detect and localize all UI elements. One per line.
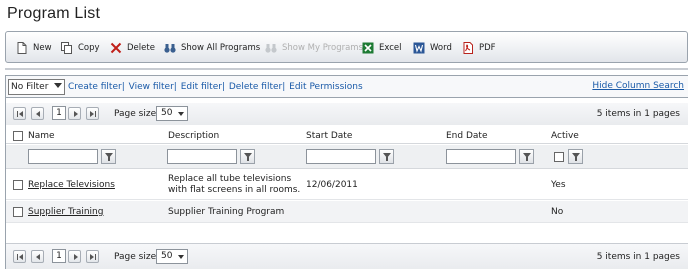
prev-page-button[interactable]: [31, 250, 44, 263]
last-page-icon: [90, 111, 94, 117]
copy-button[interactable]: Copy: [61, 41, 100, 55]
active-filter-button[interactable]: [568, 149, 583, 164]
new-button[interactable]: New: [16, 41, 52, 55]
description-filter-input[interactable]: [167, 149, 237, 164]
row-checkbox[interactable]: [13, 180, 23, 190]
delete-label: Delete: [127, 43, 155, 53]
name-filter-button[interactable]: [101, 149, 116, 164]
page-size-select[interactable]: 50: [156, 249, 188, 264]
end-date-filter-button[interactable]: [519, 149, 534, 164]
show-my-programs-button[interactable]: Show My Programs: [265, 41, 363, 55]
chevron-down-icon: [178, 112, 184, 116]
program-name-link[interactable]: Replace Televisions: [28, 180, 115, 190]
first-page-button[interactable]: [13, 250, 26, 263]
page-size-value: 50: [161, 251, 173, 261]
pdf-export-button[interactable]: PDF: [462, 41, 496, 55]
copy-label: Copy: [78, 43, 100, 53]
start-date-filter-input[interactable]: [306, 149, 376, 164]
table-row[interactable]: Replace Televisions Replace all tube tel…: [6, 170, 688, 200]
page-size-value: 50: [161, 108, 173, 118]
prev-page-icon: [36, 111, 40, 117]
start-date-filter-button[interactable]: [379, 149, 394, 164]
edit-filter-link[interactable]: Edit filter: [181, 82, 222, 92]
last-page-icon: [90, 254, 94, 260]
page-title: Program List: [7, 5, 101, 22]
pager-info: 5 items in 1 pages: [596, 252, 680, 262]
column-header-name[interactable]: Name: [28, 131, 55, 141]
binoculars-icon: [164, 42, 176, 54]
current-page-input[interactable]: 1: [52, 106, 66, 120]
word-icon: [413, 42, 425, 54]
program-grid: No Filter Create filter| View filter| Ed…: [5, 75, 688, 269]
program-active: Yes: [551, 180, 566, 190]
page-size-label: Page size:: [114, 252, 160, 262]
next-page-button[interactable]: [68, 107, 81, 120]
description-filter-button[interactable]: [240, 149, 255, 164]
word-export-button[interactable]: Word: [413, 41, 452, 55]
column-filter-row: [6, 145, 688, 169]
copy-icon: [61, 42, 73, 54]
delete-filter-link[interactable]: Delete filter: [229, 82, 282, 92]
first-page-button[interactable]: [13, 107, 26, 120]
program-description: Supplier Training Program: [168, 207, 285, 217]
pdf-icon: [462, 42, 474, 54]
page-size-label: Page size:: [114, 109, 160, 119]
new-document-icon: [16, 42, 28, 54]
create-filter-link[interactable]: Create filter: [68, 82, 122, 92]
show-all-programs-label: Show All Programs: [181, 43, 261, 53]
program-description: Replace all tube televisions with flat s…: [168, 174, 301, 195]
toolbar: New Copy Delete Show All Programs Show M…: [5, 31, 688, 63]
first-page-icon: [17, 254, 18, 260]
filter-select-value: No Filter: [11, 82, 49, 92]
first-page-icon: [17, 111, 18, 117]
last-page-button[interactable]: [86, 107, 99, 120]
column-header-active[interactable]: Active: [551, 131, 579, 141]
column-header-end-date[interactable]: End Date: [446, 131, 487, 141]
next-page-button[interactable]: [68, 250, 81, 263]
row-checkbox[interactable]: [13, 207, 23, 217]
pager-bottom: 1 Page size: 50 5 items in 1 pages: [6, 243, 688, 269]
excel-export-button[interactable]: Excel: [362, 41, 402, 55]
toolbar-separator: [5, 68, 688, 70]
pdf-label: PDF: [479, 43, 496, 53]
program-start-date: 12/06/2011: [306, 180, 358, 190]
chevron-down-icon: [54, 83, 62, 88]
chevron-down-icon: [178, 255, 184, 259]
next-page-icon: [74, 254, 78, 260]
excel-label: Excel: [379, 43, 402, 53]
hide-column-search-link[interactable]: Hide Column Search: [592, 81, 684, 91]
column-header-description[interactable]: Description: [168, 131, 219, 141]
end-date-filter-input[interactable]: [446, 149, 516, 164]
show-all-programs-button[interactable]: Show All Programs: [164, 41, 260, 55]
word-label: Word: [430, 43, 452, 53]
filter-links: Create filter| View filter| Edit filter|…: [68, 82, 363, 92]
pager-top: 1 Page size: 50 5 items in 1 pages: [6, 103, 688, 125]
column-header-start-date[interactable]: Start Date: [306, 131, 352, 141]
select-all-checkbox[interactable]: [13, 131, 23, 141]
binoculars-icon: [265, 42, 277, 54]
new-label: New: [33, 43, 52, 53]
view-filter-link[interactable]: View filter: [129, 82, 174, 92]
delete-x-icon: [110, 42, 122, 54]
filter-bar: No Filter Create filter| View filter| Ed…: [6, 76, 688, 98]
program-name-link[interactable]: Supplier Training: [28, 207, 103, 217]
current-page-input[interactable]: 1: [52, 249, 66, 263]
name-filter-input[interactable]: [28, 149, 98, 164]
delete-button[interactable]: Delete: [110, 41, 155, 55]
excel-icon: [362, 42, 374, 54]
pager-info: 5 items in 1 pages: [596, 109, 680, 119]
prev-page-button[interactable]: [31, 107, 44, 120]
page-size-select[interactable]: 50: [156, 106, 188, 121]
filter-select[interactable]: No Filter: [8, 79, 65, 95]
table-row[interactable]: Supplier Training Supplier Training Prog…: [6, 201, 688, 223]
show-my-programs-label: Show My Programs: [282, 43, 363, 53]
program-active: No: [551, 207, 564, 217]
prev-page-icon: [36, 254, 40, 260]
active-filter-checkbox[interactable]: [554, 152, 564, 162]
next-page-icon: [74, 111, 78, 117]
last-page-button[interactable]: [86, 250, 99, 263]
edit-permissions-link[interactable]: Edit Permissions: [289, 82, 363, 92]
table-header: Name Description Start Date End Date Act…: [6, 128, 688, 144]
